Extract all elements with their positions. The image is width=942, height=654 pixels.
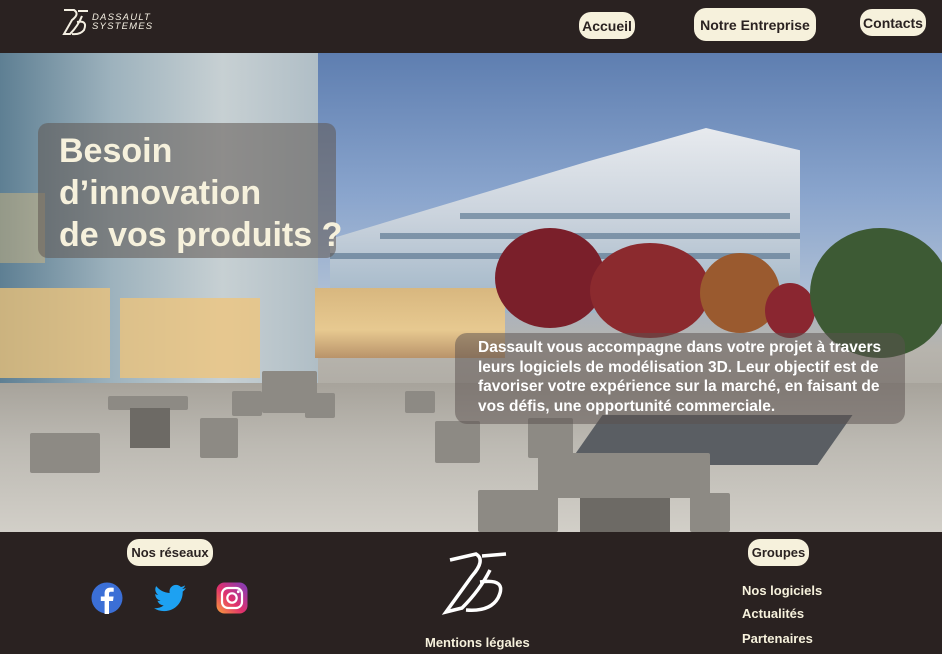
nav-entreprise-button[interactable]: Notre Entreprise bbox=[694, 8, 816, 41]
stone-seat bbox=[405, 391, 435, 413]
stone-table-base bbox=[130, 408, 170, 448]
red-tree bbox=[765, 283, 815, 338]
hero-title-line-2: d’innovation bbox=[59, 174, 262, 212]
stone-seat bbox=[200, 418, 238, 458]
stone-seat bbox=[528, 418, 573, 458]
ds-logo-icon bbox=[62, 9, 88, 36]
partners-link[interactable]: Partenaires bbox=[742, 631, 813, 646]
building-window-band bbox=[460, 213, 790, 219]
legal-notice-link[interactable]: Mentions légales bbox=[425, 635, 530, 650]
instagram-icon[interactable] bbox=[216, 582, 248, 614]
stone-table-base bbox=[580, 498, 670, 532]
news-link[interactable]: Actualités bbox=[742, 606, 804, 621]
red-tree bbox=[590, 243, 710, 338]
lit-window bbox=[0, 288, 110, 378]
networks-heading: Nos réseaux bbox=[127, 539, 213, 566]
top-header: DASSAULT SYSTEMES Accueil Notre Entrepri… bbox=[0, 0, 942, 53]
stone-table bbox=[538, 453, 710, 498]
logo-line-2: SYSTEMES bbox=[92, 21, 154, 32]
hero-section: Besoin d’innovation de vos produits ? Da… bbox=[0, 53, 942, 532]
hero-title: Besoin d’innovation de vos produits ? bbox=[59, 130, 349, 256]
stone-seat bbox=[690, 493, 730, 532]
groups-heading: Groupes bbox=[748, 539, 809, 566]
building-window-band bbox=[380, 233, 800, 239]
stone-seat bbox=[305, 393, 335, 418]
dassault-logo[interactable]: DASSAULT SYSTEMES bbox=[60, 8, 160, 36]
stone-seat bbox=[435, 421, 480, 463]
lit-window bbox=[120, 298, 260, 378]
stone-seat bbox=[30, 433, 100, 473]
nav-contacts-button[interactable]: Contacts bbox=[860, 9, 926, 36]
logo-wordmark: DASSAULT SYSTEMES bbox=[92, 13, 154, 32]
stone-seat bbox=[232, 391, 262, 416]
footer: Nos réseaux Groupes Mentions légales Nos… bbox=[0, 532, 942, 654]
ds-footer-logo-icon[interactable] bbox=[440, 550, 510, 618]
stone-seat bbox=[478, 490, 558, 532]
hero-description: Dassault vous accompagne dans votre proj… bbox=[478, 339, 882, 415]
red-tree bbox=[495, 228, 605, 328]
hero-title-line-3: de vos produits ? bbox=[59, 216, 343, 254]
nav-accueil-button[interactable]: Accueil bbox=[579, 12, 635, 39]
twitter-icon[interactable] bbox=[153, 582, 187, 614]
facebook-icon[interactable] bbox=[91, 582, 123, 614]
software-link[interactable]: Nos logiciels bbox=[742, 583, 822, 598]
hero-title-line-1: Besoin bbox=[59, 132, 173, 170]
